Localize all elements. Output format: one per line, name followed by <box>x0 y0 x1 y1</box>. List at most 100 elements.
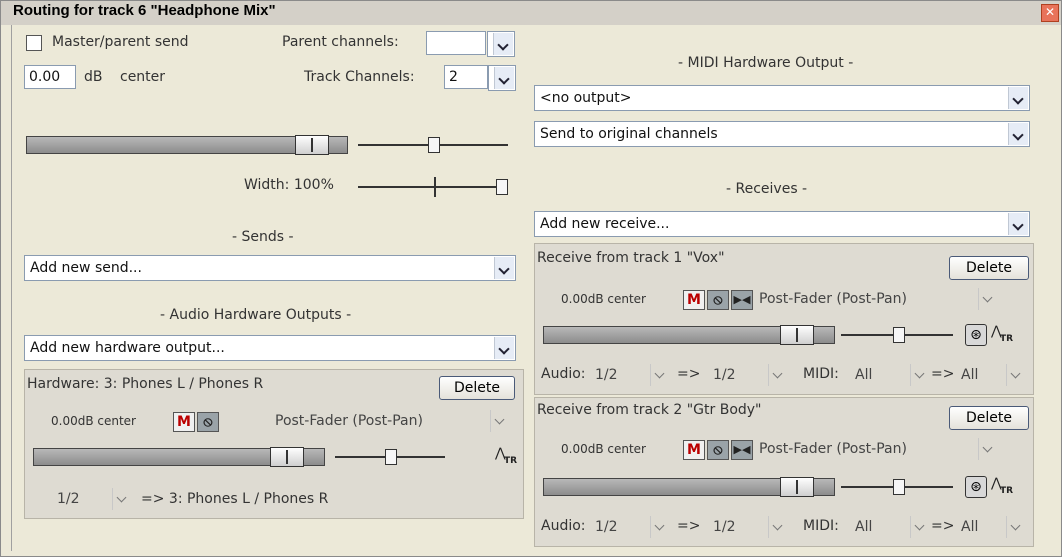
receive-title: Receive from track 1 "Vox" <box>537 250 725 266</box>
chevron-down-icon <box>1006 516 1027 538</box>
midi-arrow: => <box>931 518 955 534</box>
close-icon[interactable]: ✕ <box>1041 4 1059 22</box>
midi-dest-dropdown[interactable]: All <box>957 516 1027 540</box>
receive-mode-dropdown[interactable]: Post-Fader (Post-Pan) <box>755 288 999 312</box>
phase-invert-button[interactable]: ⦸ <box>197 412 219 432</box>
routing-window: Routing for track 6 "Headphone Mix" ✕ Ma… <box>0 0 1062 557</box>
chevron-down-icon <box>650 364 671 386</box>
delete-receive-button[interactable]: Delete <box>949 406 1029 430</box>
add-send-dropdown[interactable]: Add new send... <box>24 255 516 281</box>
track-volume-fader[interactable] <box>26 135 348 155</box>
hw-outputs-header: - Audio Hardware Outputs - <box>160 307 352 323</box>
audio-src-dropdown[interactable]: 1/2 <box>591 516 671 540</box>
midi-dest-dropdown[interactable]: All <box>957 364 1027 388</box>
envelope-icon[interactable]: ⋀ TR <box>991 324 1013 346</box>
hardware-pan-slider[interactable] <box>335 447 445 467</box>
receives-header: - Receives - <box>726 181 808 197</box>
delete-hardware-output-button[interactable]: Delete <box>439 376 515 400</box>
chevron-down-icon <box>490 410 511 432</box>
parent-channels-select[interactable] <box>426 31 486 55</box>
hardware-send-mode-dropdown[interactable]: Post-Fader (Post-Pan) <box>271 410 511 434</box>
master-send-label: Master/parent send <box>52 34 189 50</box>
phase-invert-button[interactable]: ⦸ <box>707 290 729 310</box>
parent-channels-dropdown-button[interactable] <box>487 31 515 57</box>
width-center-mark <box>434 177 436 197</box>
hardware-vol-pan: 0.00dB center <box>51 414 136 428</box>
parent-channels-label: Parent channels: <box>282 34 399 50</box>
midi-src-dropdown[interactable]: All <box>851 516 931 540</box>
midi-icon[interactable]: ⊛ <box>965 324 987 346</box>
audio-src-dropdown[interactable]: 1/2 <box>591 364 671 388</box>
chevron-down-icon <box>768 364 789 386</box>
track-channels-select[interactable]: 2 <box>444 65 488 89</box>
chevron-down-icon <box>978 288 999 310</box>
chevron-down-icon <box>494 257 514 279</box>
chevron-down-icon <box>1008 123 1028 145</box>
audio-label: Audio: <box>541 366 586 382</box>
volume-unit-label: dB <box>84 69 103 85</box>
title-bar[interactable]: Routing for track 6 "Headphone Mix" ✕ <box>1 1 1061 25</box>
audio-label: Audio: <box>541 518 586 534</box>
chevron-down-icon <box>910 364 931 386</box>
receive-vol-pan: 0.00dB center <box>561 442 646 456</box>
pan-slider-knob[interactable] <box>893 327 905 343</box>
midi-channel-mode-dropdown[interactable]: Send to original channels <box>534 121 1030 147</box>
pan-label: center <box>120 69 166 85</box>
midi-hw-output-header: - MIDI Hardware Output - <box>678 55 854 71</box>
envelope-icon[interactable]: ⋀ TR <box>495 446 517 468</box>
receive-panel: Receive from track 2 "Gtr Body" Delete 0… <box>534 397 1034 547</box>
volume-input[interactable]: 0.00 <box>24 65 76 89</box>
track-channels-dropdown-button[interactable] <box>488 65 516 91</box>
midi-icon[interactable]: ⊛ <box>965 476 987 498</box>
add-hardware-output-dropdown[interactable]: Add new hardware output... <box>24 335 516 361</box>
volume-fader-knob[interactable] <box>270 447 304 467</box>
hardware-volume-fader[interactable] <box>33 447 325 467</box>
width-label: Width: 100% <box>244 177 334 193</box>
volume-fader-knob[interactable] <box>295 135 329 155</box>
mute-button[interactable]: M <box>173 412 195 432</box>
mono-stereo-button[interactable]: ▶◀ <box>731 290 753 310</box>
hardware-output-panel: Hardware: 3: Phones L / Phones R Delete … <box>24 369 524 519</box>
width-slider-knob[interactable] <box>496 179 508 195</box>
hardware-destination-label: => 3: Phones L / Phones R <box>141 491 329 507</box>
receive-mode-dropdown[interactable]: Post-Fader (Post-Pan) <box>755 438 999 462</box>
chevron-down-icon <box>910 516 931 538</box>
hardware-src-channels-dropdown[interactable]: 1/2 <box>53 488 133 512</box>
chevron-down-icon <box>493 33 513 55</box>
receive-pan-slider[interactable] <box>841 477 953 497</box>
chevron-down-icon <box>978 438 999 460</box>
pan-slider-knob[interactable] <box>893 479 905 495</box>
receive-panel: Receive from track 1 "Vox" Delete 0.00dB… <box>534 243 1034 395</box>
chevron-down-icon <box>1008 87 1028 109</box>
audio-dest-dropdown[interactable]: 1/2 <box>709 364 789 388</box>
receive-volume-fader[interactable] <box>543 477 835 497</box>
chevron-down-icon <box>112 488 133 510</box>
mute-button[interactable]: M <box>683 290 705 310</box>
volume-fader-knob[interactable] <box>780 325 814 345</box>
mute-button[interactable]: M <box>683 440 705 460</box>
receive-title: Receive from track 2 "Gtr Body" <box>537 402 762 418</box>
chevron-down-icon <box>768 516 789 538</box>
receive-volume-fader[interactable] <box>543 325 835 345</box>
routing-body: Master/parent send Parent channels: 0.00… <box>11 25 1054 551</box>
chevron-down-icon <box>1008 213 1028 235</box>
pan-slider-knob[interactable] <box>385 449 397 465</box>
audio-arrow: => <box>677 366 701 382</box>
master-send-checkbox[interactable] <box>26 35 42 51</box>
window-title: Routing for track 6 "Headphone Mix" <box>13 2 276 19</box>
midi-src-dropdown[interactable]: All <box>851 364 931 388</box>
track-width-slider[interactable] <box>358 177 508 197</box>
mono-stereo-button[interactable]: ▶◀ <box>731 440 753 460</box>
add-receive-dropdown[interactable]: Add new receive... <box>534 211 1030 237</box>
phase-invert-button[interactable]: ⦸ <box>707 440 729 460</box>
pan-slider-knob[interactable] <box>428 137 440 153</box>
midi-label: MIDI: <box>803 518 839 534</box>
volume-fader-knob[interactable] <box>780 477 814 497</box>
track-pan-slider[interactable] <box>358 135 508 155</box>
midi-output-dropdown[interactable]: <no output> <box>534 85 1030 111</box>
chevron-down-icon <box>494 67 514 89</box>
audio-dest-dropdown[interactable]: 1/2 <box>709 516 789 540</box>
receive-pan-slider[interactable] <box>841 325 953 345</box>
envelope-icon[interactable]: ⋀ TR <box>991 476 1013 498</box>
delete-receive-button[interactable]: Delete <box>949 256 1029 280</box>
